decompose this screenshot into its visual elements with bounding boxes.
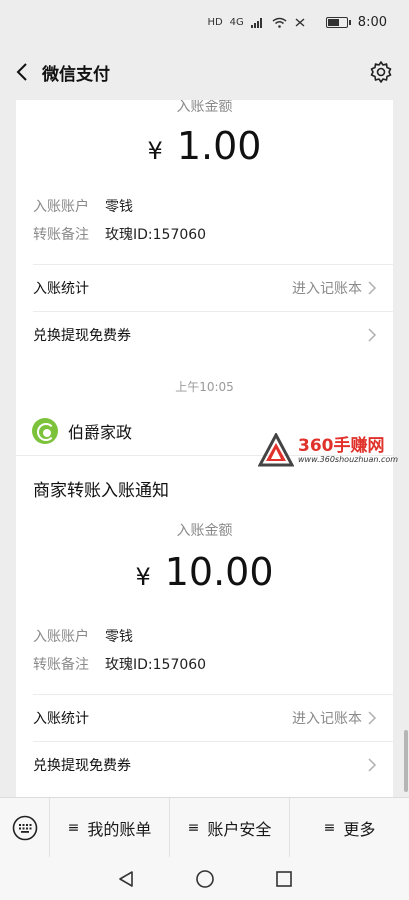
remark-value: 玫瑰ID:157060 [105,657,207,673]
remark-label: 转账备注 [33,227,89,243]
network-type: HD [207,16,223,28]
nav-recents-icon[interactable] [275,870,293,888]
stats-row[interactable]: 入账统计 进入记账本 [16,695,393,741]
chevron-right-icon [368,758,377,772]
menu-account-security[interactable]: ≡ 账户安全 [170,797,290,858]
stats-label: 入账统计 [33,281,89,297]
amount-label: 入账金额 [176,100,233,115]
merchant-name: 伯爵家政 [68,422,133,442]
back-arrow-icon [16,63,27,81]
status-icons: HD 4G [207,17,305,28]
nav-bar: 微信支付 [0,44,409,100]
menu-more[interactable]: ≡ 更多 [290,798,409,858]
remark-label: 转账备注 [33,657,89,673]
amount-number: 10.00 [164,550,274,594]
watermark-sub: www.360shouzhuan.com [298,454,399,464]
status-bar: HD 4G 8:00 [0,0,409,44]
currency-symbol: ¥ [147,137,163,165]
account-label: 入账账户 [33,199,89,215]
menu-icon: ≡ [323,819,336,836]
scrollbar[interactable] [404,730,408,792]
voucher-label: 兑换提现免费券 [33,758,131,774]
message-list[interactable]: 入账金额 ¥ 1.00 入账账户 零钱 转账备注 玫瑰ID:157060 入账统… [0,100,409,797]
settings-gear-icon [370,61,392,83]
account-row: 入账账户 零钱 [16,622,393,650]
notification-card-1: 入账金额 ¥ 1.00 入账账户 零钱 转账备注 玫瑰ID:157060 入账统… [16,100,393,458]
watermark-main: 360手赚网 [298,435,385,456]
status-time: 8:00 [357,14,387,30]
voucher-row[interactable]: 兑换提现免费券 [16,742,393,788]
watermark: 360手赚网 www.360shouzhuan.com [258,430,408,470]
page-title: 微信支付 [42,64,110,85]
menu-my-bills[interactable]: ≡ 我的账单 [50,797,170,858]
remark-row: 转账备注 玫瑰ID:157060 [16,650,393,678]
stats-link: 进入记账本 [292,281,362,297]
menu-label: 更多 [343,819,376,839]
merchant-logo-icon [32,417,58,444]
remark-value: 玫瑰ID:157060 [105,227,207,243]
stats-link: 进入记账本 [292,711,362,727]
battery-icon [325,16,351,28]
stats-label: 入账统计 [33,711,89,727]
account-row: 入账账户 零钱 [16,192,393,220]
account-label: 入账账户 [33,629,89,645]
amount-value: ¥ 1.00 [16,124,393,168]
account-value: 零钱 [105,199,133,215]
nav-back-icon[interactable] [117,870,135,888]
menu-bar: ≡ 我的账单 ≡ 账户安全 ≡ 更多 [0,797,409,858]
keyboard-icon [12,815,37,840]
back-button[interactable] [2,44,42,100]
currency-symbol: ¥ [135,563,151,591]
remark-row: 转账备注 玫瑰ID:157060 [16,220,393,248]
account-value: 零钱 [105,629,133,645]
voucher-label: 兑换提现免费券 [33,328,131,344]
network-gen: 4G [229,16,244,28]
amount-label: 入账金额 [176,523,233,539]
chevron-right-icon [368,711,377,725]
chevron-right-icon [368,328,377,342]
keyboard-toggle-button[interactable] [0,797,50,858]
nav-home-icon[interactable] [195,869,215,889]
amount-number: 1.00 [176,124,262,168]
menu-label: 我的账单 [87,819,152,839]
nfc-icon [295,17,305,27]
system-nav-bar [0,857,409,900]
voucher-row[interactable]: 兑换提现免费券 [16,312,393,358]
menu-icon: ≡ [67,819,80,836]
chevron-right-icon [368,281,377,295]
settings-button[interactable] [369,60,393,84]
watermark-logo-icon [258,433,294,467]
menu-icon: ≡ [187,819,200,836]
wifi-icon [272,17,287,28]
amount-value: ¥ 10.00 [16,550,393,594]
message-timestamp: 上午10:05 [175,380,234,394]
menu-label: 账户安全 [207,819,272,839]
stats-row[interactable]: 入账统计 进入记账本 [16,265,393,311]
signal-icon [250,17,262,28]
